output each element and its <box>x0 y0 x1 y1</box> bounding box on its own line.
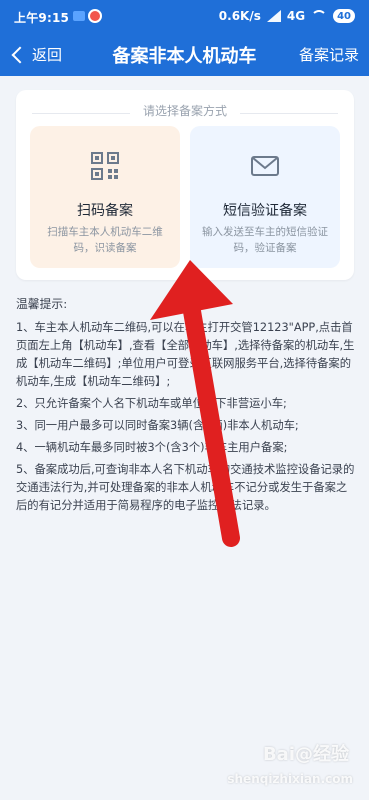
status-bar: 上午9:15 0.6K/s 4G 40 <box>0 0 369 34</box>
network-speed: 0.6K/s <box>218 9 261 23</box>
tip-item: 3、同一用户最多可以同时备案3辆(含3辆)非本人机动车; <box>16 419 299 432</box>
status-time: 上午9:15 <box>14 11 70 25</box>
scan-qr-desc: 扫描车主本人机动车二维码，识读备案 <box>47 226 163 254</box>
app-badge-icon <box>88 9 102 23</box>
records-button[interactable]: 备案记录 <box>299 44 359 65</box>
sms-verify-title: 短信验证备案 <box>223 203 307 219</box>
notification-icon <box>73 11 85 21</box>
divider-right <box>240 113 338 114</box>
method-hint: 请选择备案方式 <box>142 104 227 118</box>
sms-verify-desc: 输入发送至车主的短信验证码，验证备案 <box>202 226 328 254</box>
wifi-icon <box>311 10 328 22</box>
registration-method-card: 请选择备案方式 扫码备案 扫描车主本人机动车二维码，识读备案 短信验证备案 输入… <box>16 90 354 280</box>
watermark: Bai@经验 shenqizhixian.com <box>189 744 359 792</box>
sms-verify-option[interactable]: 短信验证备案 输入发送至车主的短信验证码，验证备案 <box>190 126 340 268</box>
battery-indicator: 40 <box>333 9 355 23</box>
watermark-logo: Bai@经验 <box>262 744 349 765</box>
envelope-icon <box>251 156 279 176</box>
status-indicators: 0.6K/s 4G 40 <box>219 9 355 23</box>
network-type: 4G <box>286 9 306 23</box>
tips-section: 温馨提示: 1、车主本人机动车二维码,可以在车主打开交管12123"APP,点击… <box>16 295 356 519</box>
signal-icon <box>266 10 281 22</box>
tip-item: 4、一辆机动车最多同时被3个(含3个)非车主用户备案; <box>16 441 288 454</box>
tip-item: 5、备案成功后,可查询非本人名下机动车的交通技术监控设备记录的交通违法行为,并可… <box>16 463 355 512</box>
watermark-url: shenqizhixian.com <box>227 772 353 786</box>
scan-qr-title: 扫码备案 <box>77 203 133 219</box>
tip-item: 2、只允许备案个人名下机动车或单位名下非营运小车; <box>16 397 287 410</box>
scan-qr-option[interactable]: 扫码备案 扫描车主本人机动车二维码，识读备案 <box>30 126 180 268</box>
tips-heading: 温馨提示: <box>16 297 68 311</box>
tip-item: 1、车主本人机动车二维码,可以在车主打开交管12123"APP,点击首页面左上角… <box>16 321 355 388</box>
nav-bar: 返回 备案非本人机动车 备案记录 <box>0 34 369 76</box>
qr-code-icon <box>91 152 119 180</box>
